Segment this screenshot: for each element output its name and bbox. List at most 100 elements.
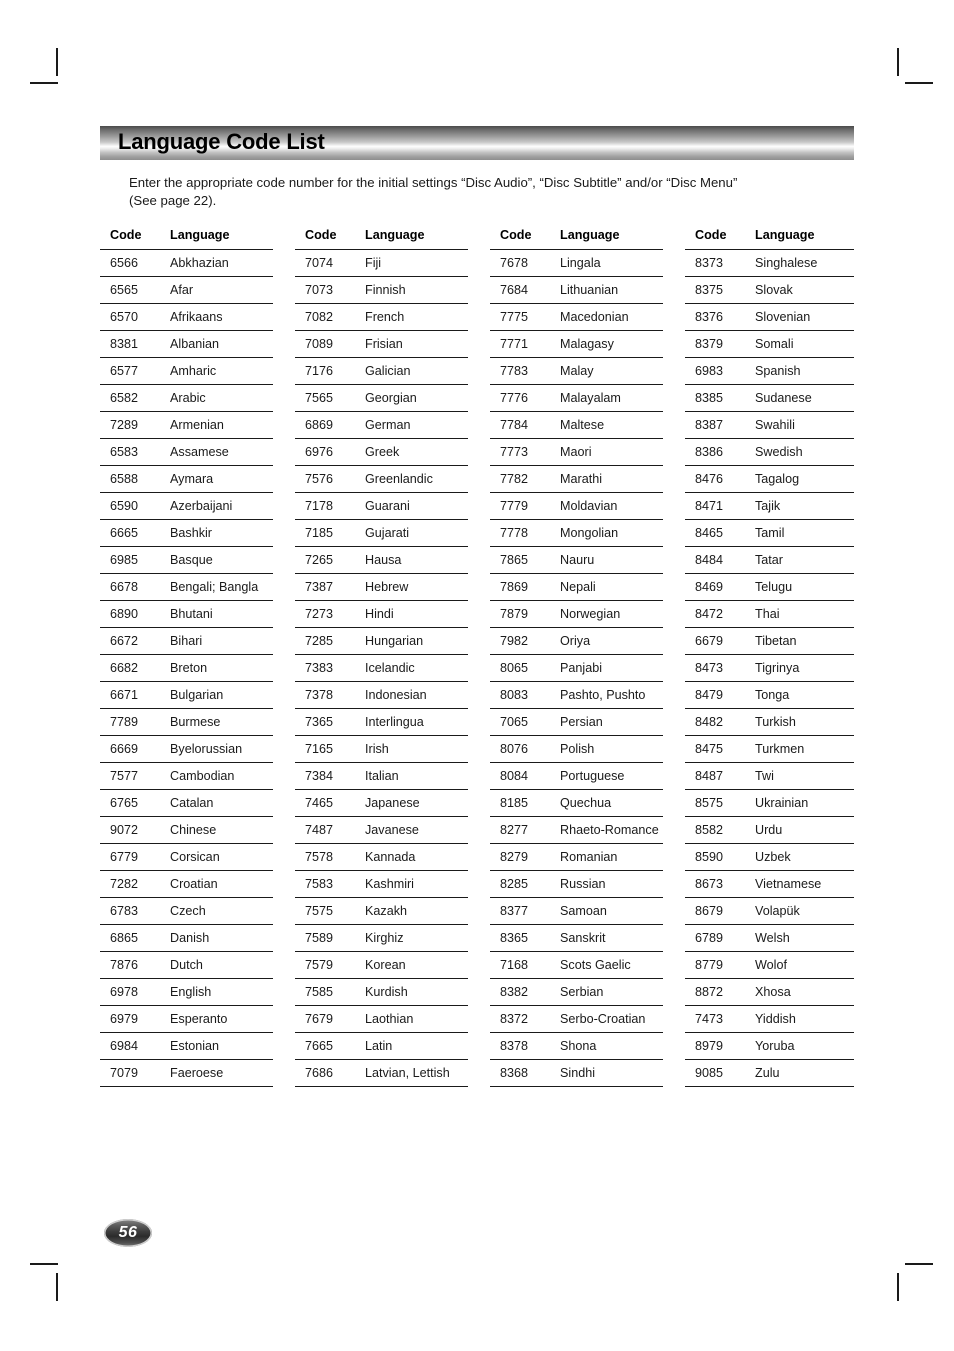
cell-language: Faeroese xyxy=(162,1059,273,1087)
cell-language: Bulgarian xyxy=(162,681,273,709)
cell-code: 7789 xyxy=(100,708,162,736)
cell-language: Somali xyxy=(747,330,854,358)
table-body: 6566 Abkhazian 6565 Afar 6570 Afrikaans 8381 Al… xyxy=(100,249,273,1087)
cell-language: Interlingua xyxy=(357,708,468,736)
table-row: 7487 Javanese xyxy=(295,816,468,844)
cell-code: 7783 xyxy=(490,357,552,385)
cell-language: Finnish xyxy=(357,276,468,304)
table-row: 8469 Telugu xyxy=(685,573,854,601)
cell-language: Estonian xyxy=(162,1032,273,1060)
cell-language: Rhaeto-Romance xyxy=(552,816,663,844)
table-row: 7168 Scots Gaelic xyxy=(490,951,663,979)
cell-language: Bihari xyxy=(162,627,273,655)
cell-code: 7776 xyxy=(490,384,552,412)
table-row: 7686 Latvian, Lettish xyxy=(295,1059,468,1087)
crop-mark-top-left-horizontal xyxy=(30,82,58,84)
cell-code: 7583 xyxy=(295,870,357,898)
table-row: 7775 Macedonian xyxy=(490,303,663,331)
cell-language: Georgian xyxy=(357,384,468,412)
cell-code: 7073 xyxy=(295,276,357,304)
cell-language: Abkhazian xyxy=(162,249,273,277)
table-row: 7784 Maltese xyxy=(490,411,663,439)
table-row: 8479 Tonga xyxy=(685,681,854,709)
crop-mark-top-right-vertical xyxy=(897,48,899,76)
table-row: 7384 Italian xyxy=(295,762,468,790)
cell-language: English xyxy=(162,978,273,1006)
cell-language: Tigrinya xyxy=(747,654,854,682)
table-row: 7465 Japanese xyxy=(295,789,468,817)
cell-language: Armenian xyxy=(162,411,273,439)
cell-code: 9085 xyxy=(685,1059,747,1087)
column-header-code: Code xyxy=(500,228,532,242)
cell-code: 8285 xyxy=(490,870,552,898)
column-header-language: Language xyxy=(560,228,620,242)
table-row: 8779 Wolof xyxy=(685,951,854,979)
cell-code: 7879 xyxy=(490,600,552,628)
table-row: 8365 Sanskrit xyxy=(490,924,663,952)
cell-language: Malay xyxy=(552,357,663,385)
cell-language: Uzbek xyxy=(747,843,854,871)
cell-language: Corsican xyxy=(162,843,273,871)
cell-language: Singhalese xyxy=(747,249,854,277)
table-row: 7576 Greenlandic xyxy=(295,465,468,493)
table-row: 7771 Malagasy xyxy=(490,330,663,358)
table-body: 7074 Fiji 7073 Finnish 7082 French 7089 Frisian… xyxy=(295,249,468,1087)
cell-code: 6976 xyxy=(295,438,357,466)
crop-mark-bottom-left-horizontal xyxy=(30,1263,58,1265)
cell-language: Danish xyxy=(162,924,273,952)
cell-code: 6669 xyxy=(100,735,162,763)
cell-language: Czech xyxy=(162,897,273,925)
cell-code: 6671 xyxy=(100,681,162,709)
cell-language: Scots Gaelic xyxy=(552,951,663,979)
intro-line-1: Enter the appropriate code number for th… xyxy=(129,175,738,190)
cell-code: 7578 xyxy=(295,843,357,871)
table-row: 8476 Tagalog xyxy=(685,465,854,493)
table-row: 7082 French xyxy=(295,303,468,331)
cell-language: Hebrew xyxy=(357,573,468,601)
table-row: 7387 Hebrew xyxy=(295,573,468,601)
column-header-language: Language xyxy=(755,228,815,242)
table-row: 7285 Hungarian xyxy=(295,627,468,655)
cell-language: Indonesian xyxy=(357,681,468,709)
table-row: 9085 Zulu xyxy=(685,1059,854,1087)
crop-mark-bottom-right-horizontal xyxy=(905,1263,933,1265)
cell-code: 8471 xyxy=(685,492,747,520)
cell-language: Turkish xyxy=(747,708,854,736)
table-row: 7575 Kazakh xyxy=(295,897,468,925)
cell-code: 8279 xyxy=(490,843,552,871)
cell-language: Croatian xyxy=(162,870,273,898)
table-row: 6984 Estonian xyxy=(100,1032,273,1060)
cell-language: Afar xyxy=(162,276,273,304)
page-number-badge: 56 xyxy=(104,1219,152,1247)
cell-code: 8979 xyxy=(685,1032,747,1060)
language-code-subtable: Code Language 7074 Fiji 7073 Finnish 7082 Fre… xyxy=(295,228,468,1087)
table-row: 6890 Bhutani xyxy=(100,600,273,628)
intro-line-2: (See page 22). xyxy=(129,192,217,208)
cell-code: 8378 xyxy=(490,1032,552,1060)
table-row: 7265 Hausa xyxy=(295,546,468,574)
table-row: 8376 Slovenian xyxy=(685,303,854,331)
cell-code: 8379 xyxy=(685,330,747,358)
table-row: 8373 Singhalese xyxy=(685,249,854,277)
cell-code: 7782 xyxy=(490,465,552,493)
cell-code: 8475 xyxy=(685,735,747,763)
table-header-row: Code Language xyxy=(490,228,663,250)
cell-code: 8376 xyxy=(685,303,747,331)
table-row: 7865 Nauru xyxy=(490,546,663,574)
table-row: 8679 Volapük xyxy=(685,897,854,925)
cell-language: Kirghiz xyxy=(357,924,468,952)
cell-code: 6890 xyxy=(100,600,162,628)
cell-code: 7784 xyxy=(490,411,552,439)
table-row: 6582 Arabic xyxy=(100,384,273,412)
intro-paragraph: Enter the appropriate code number for th… xyxy=(129,174,849,209)
table-row: 6983 Spanish xyxy=(685,357,854,385)
cell-code: 6789 xyxy=(685,924,747,952)
cell-code: 7082 xyxy=(295,303,357,331)
cell-code: 7982 xyxy=(490,627,552,655)
cell-code: 8185 xyxy=(490,789,552,817)
cell-language: Hungarian xyxy=(357,627,468,655)
cell-language: Sindhi xyxy=(552,1059,663,1087)
cell-code: 6588 xyxy=(100,465,162,493)
table-row: 8382 Serbian xyxy=(490,978,663,1006)
cell-language: Nauru xyxy=(552,546,663,574)
